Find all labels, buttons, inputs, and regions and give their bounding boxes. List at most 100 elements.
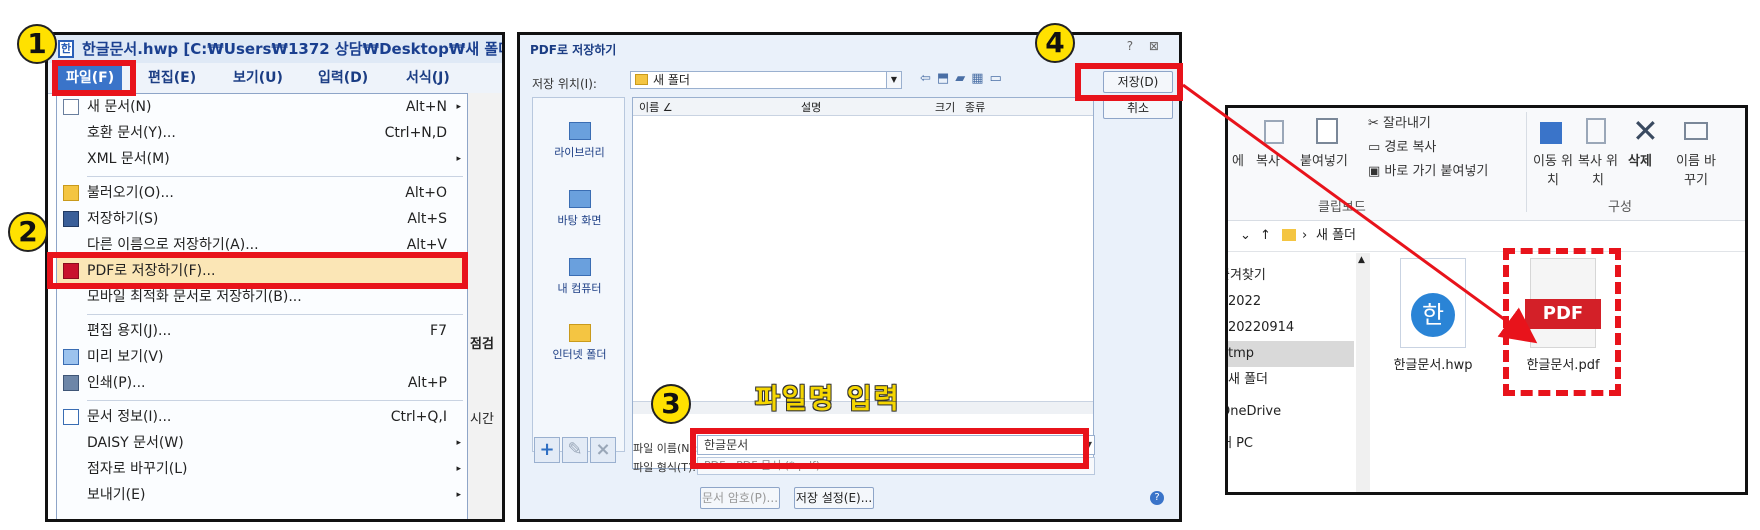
up-arrow-icon[interactable]: ↑ — [1260, 221, 1271, 251]
folder-icon — [1282, 229, 1296, 241]
menu-item-daisy[interactable]: DAISY 문서(W) ▸ — [57, 430, 467, 456]
menu-format[interactable]: 서식(J) — [406, 63, 450, 93]
view-menu-icon[interactable]: ▦ — [971, 71, 989, 86]
menu-item-print[interactable]: 인쇄(P)... Alt+P — [57, 370, 467, 396]
save-disk-icon — [63, 211, 79, 227]
navigation-toolbar: ⇦⬒▰▦▭ — [920, 71, 1008, 86]
delete-icon[interactable]: ▭ — [990, 71, 1008, 86]
step-2-marker: 2 — [8, 212, 48, 252]
menu-item-open[interactable]: 불러오기(O)... Alt+O — [57, 180, 467, 206]
tree-item-tmp[interactable]: tmp — [1228, 341, 1354, 367]
menu-edit[interactable]: 편집(E) — [148, 63, 196, 93]
place-my-computer[interactable]: 내 컴퓨터 — [533, 258, 626, 296]
open-folder-icon — [63, 185, 79, 201]
explorer-ribbon: 에 복사 붙여넣기 ✂ 잘라내기 ▭ 경로 복사 ▣ 바로 가기 붙여넣기 클립… — [1228, 108, 1745, 221]
document-info-icon — [63, 409, 79, 425]
file-menu-dropdown: 새 문서(N) Alt+N ▸ 호환 문서(Y)... Ctrl+N,D XML… — [56, 93, 468, 519]
submenu-arrow-icon: ▸ — [456, 490, 461, 500]
menu-separator — [87, 314, 463, 315]
submenu-arrow-icon: ▸ — [456, 102, 461, 112]
copy-path-button[interactable]: ▭ 경로 복사 — [1368, 136, 1436, 155]
preview-icon — [63, 349, 79, 365]
library-icon — [568, 122, 591, 140]
tree-item-onedrive[interactable]: OneDrive — [1228, 399, 1354, 425]
file-item-hwp[interactable]: 한 한글문서.hwp — [1378, 258, 1488, 373]
menu-item-save[interactable]: 저장하기(S) Alt+S — [57, 206, 467, 232]
remove-icon[interactable]: × — [590, 437, 616, 463]
recent-dropdown-icon[interactable]: ⌄ — [1240, 221, 1251, 251]
save-location-select[interactable]: 새 폴더 ▼ — [630, 71, 902, 89]
menu-item-compatible-document[interactable]: 호환 문서(Y)... Ctrl+N,D — [57, 120, 467, 146]
help-icon[interactable]: ? — [1150, 491, 1164, 505]
add-icon[interactable]: + — [534, 437, 560, 463]
tree-item-2022[interactable]: 2022 — [1228, 289, 1354, 315]
save-settings-button[interactable]: 저장 설정(E)... — [794, 487, 874, 509]
filetype-label: 파일 형식(T): — [633, 461, 696, 474]
copy-button[interactable]: 복사 — [1256, 150, 1280, 169]
step-4-marker: 4 — [1035, 23, 1075, 63]
edit-pencil-icon[interactable]: ✎ — [562, 437, 588, 463]
highlight-pdf-file — [1503, 248, 1621, 396]
delete-button[interactable]: 삭제 — [1628, 150, 1652, 169]
menu-item-preview[interactable]: 미리 보기(V) — [57, 344, 467, 370]
dialog-title: PDF로 저장하기 — [530, 43, 617, 57]
delete-x-icon: ✕ — [1632, 112, 1659, 150]
menu-item-braille[interactable]: 점자로 바꾸기(L) ▸ — [57, 456, 467, 482]
scissors-icon: ✂ — [1368, 116, 1384, 131]
menu-item-page-setup[interactable]: 편집 용지(J)... F7 — [57, 318, 467, 344]
tree-item-20220914[interactable]: 20220914 — [1228, 315, 1354, 341]
cut-button[interactable]: ✂ 잘라내기 — [1368, 112, 1431, 131]
ribbon-pin-button[interactable]: 에 — [1232, 150, 1244, 169]
menu-view[interactable]: 보기(U) — [233, 63, 283, 93]
up-folder-icon[interactable]: ⬒ — [937, 71, 955, 86]
column-type[interactable]: 종류 — [965, 99, 985, 115]
paste-shortcut-button[interactable]: ▣ 바로 가기 붙여넣기 — [1368, 160, 1488, 179]
tree-item-new-folder[interactable]: 새 폴더 — [1228, 367, 1354, 393]
rename-icon — [1684, 122, 1708, 140]
breadcrumb-separator: › — [1302, 228, 1308, 243]
tree-item-favorites[interactable]: 즐겨찾기 — [1228, 263, 1354, 289]
file-explorer-panel: 에 복사 붙여넣기 ✂ 잘라내기 ▭ 경로 복사 ▣ 바로 가기 붙여넣기 클립… — [1225, 105, 1748, 495]
chevron-down-icon[interactable]: ▼ — [886, 72, 901, 88]
column-name[interactable]: 이름 ∠ — [639, 99, 673, 115]
computer-icon — [568, 258, 591, 276]
copy-to-button[interactable]: 복사 위치 — [1578, 150, 1618, 188]
menu-item-send[interactable]: 보내기(E) ▸ — [57, 482, 467, 508]
breadcrumb[interactable]: 새 폴더 — [1316, 221, 1356, 251]
menu-item-document-info[interactable]: 문서 정보(I)... Ctrl+Q,I — [57, 404, 467, 430]
new-folder-icon[interactable]: ▰ — [955, 71, 971, 86]
document-background: 점검 시간 — [468, 93, 502, 519]
chevron-up-icon[interactable]: ▲ — [1358, 255, 1365, 265]
address-bar[interactable]: ⌄ ↑ › 새 폴더 — [1228, 221, 1745, 252]
column-size[interactable]: 크기 — [935, 99, 955, 115]
column-description[interactable]: 설명 — [801, 99, 821, 115]
hangul-title-bar: 한 한글문서.hwp [C:₩Users₩1372 상담₩Desktop₩새 폴… — [48, 35, 502, 63]
tree-item-this-pc[interactable]: 내 PC — [1228, 431, 1354, 457]
menu-input[interactable]: 입력(D) — [318, 63, 368, 93]
step-3-marker: 3 — [651, 384, 691, 424]
help-close-icons[interactable]: ? ⊠ — [1127, 39, 1165, 53]
submenu-arrow-icon: ▸ — [456, 464, 461, 474]
new-document-icon — [63, 99, 79, 115]
document-password-button[interactable]: 문서 암호(P)... — [700, 487, 780, 509]
desktop-icon — [568, 190, 591, 208]
hwp-document-icon: 한 — [58, 40, 74, 58]
tree-scrollbar[interactable]: ▲ — [1356, 253, 1370, 492]
back-arrow-icon[interactable]: ⇦ — [920, 71, 937, 86]
paste-button[interactable]: 붙여넣기 — [1300, 150, 1348, 169]
place-library[interactable]: 라이브러리 — [533, 122, 626, 160]
save-location-label: 저장 위치(I): — [532, 77, 597, 91]
submenu-arrow-icon: ▸ — [456, 154, 461, 164]
rename-button[interactable]: 이름 바꾸기 — [1674, 150, 1718, 188]
menu-item-new-document[interactable]: 새 문서(N) Alt+N ▸ — [57, 94, 467, 120]
group-organize: 구성 — [1608, 200, 1632, 215]
highlight-file-menu — [52, 60, 136, 96]
place-desktop[interactable]: 바탕 화면 — [533, 190, 626, 228]
menu-separator — [87, 176, 463, 177]
move-to-button[interactable]: 이동 위치 — [1533, 150, 1573, 188]
menu-item-xml-document[interactable]: XML 문서(M) ▸ — [57, 146, 467, 172]
step-1-marker: 1 — [17, 24, 57, 64]
hwp-file-icon: 한 — [1400, 258, 1466, 348]
highlight-save-button — [1075, 63, 1183, 101]
place-internet-folder[interactable]: 인터넷 폴더 — [533, 324, 626, 362]
